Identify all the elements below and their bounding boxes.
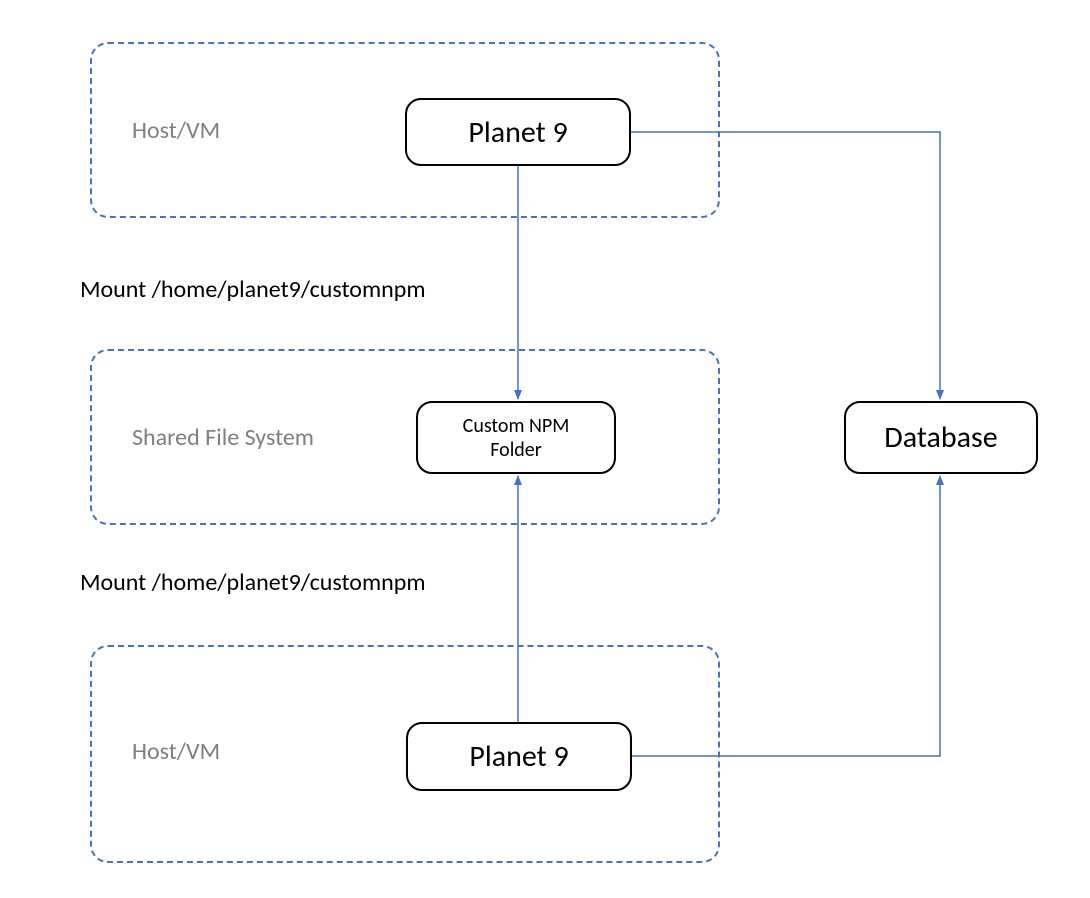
node-planet9-top: Planet 9: [405, 98, 631, 166]
node-planet9-bottom-label: Planet 9: [469, 738, 568, 775]
group-host-vm-top-label: Host/VM: [132, 116, 220, 145]
node-database-label: Database: [884, 419, 997, 456]
edge-label-mount-top: Mount /home/planet9/customnpm: [80, 275, 426, 304]
edge-label-mount-bottom: Mount /home/planet9/customnpm: [80, 568, 426, 597]
node-planet9-top-label: Planet 9: [468, 114, 567, 151]
node-custom-npm-folder-label-line1: Custom NPM: [463, 414, 570, 438]
node-custom-npm-folder: Custom NPM Folder: [416, 401, 616, 474]
node-planet9-bottom: Planet 9: [406, 722, 632, 791]
group-host-vm-bottom-label: Host/VM: [132, 737, 220, 766]
node-database: Database: [844, 401, 1038, 474]
group-shared-file-system-label: Shared File System: [132, 423, 314, 452]
group-shared-file-system: Shared File System: [90, 349, 720, 525]
node-custom-npm-folder-label-line2: Folder: [490, 438, 541, 462]
node-custom-npm-folder-label: Custom NPM Folder: [463, 414, 570, 462]
